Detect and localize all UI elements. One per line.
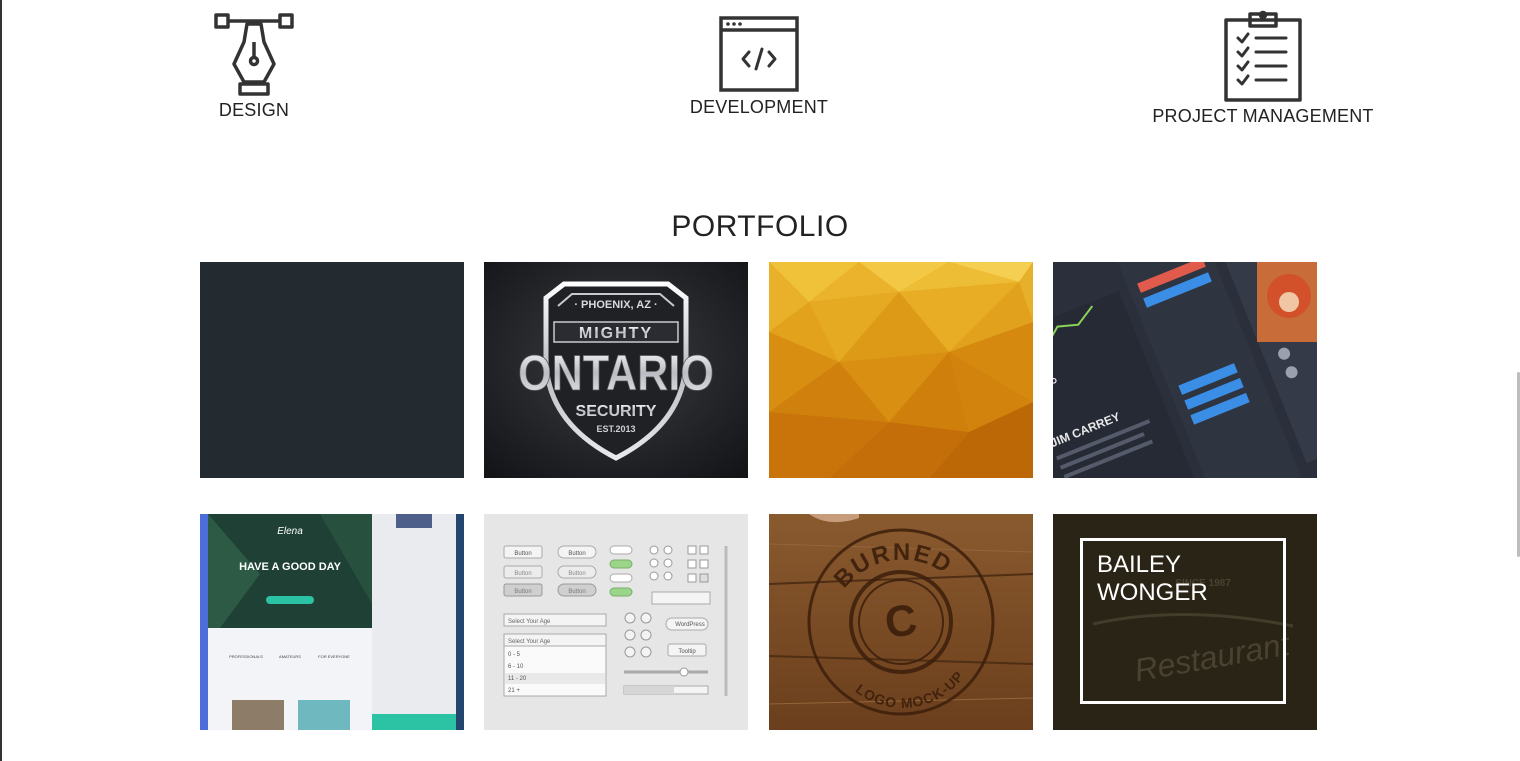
uikit-button-5: Button (514, 589, 531, 595)
mockup-brand: Elena (277, 526, 303, 537)
service-label-development: DEVELOPMENT (689, 97, 829, 117)
uikit-select-2: Select Your Age (508, 639, 551, 645)
service-label-project-management: PROJECT MANAGEMENT (1152, 106, 1374, 126)
portfolio-item-polygon-gold[interactable] (769, 262, 1033, 478)
mockup-col2: AMATEURS (279, 654, 301, 659)
portfolio-item-burned-logo[interactable]: BURNED LOGO MOCK-UP C (769, 514, 1033, 730)
overlay-frame: BAILEY WONGER (1080, 538, 1286, 704)
service-label-design: DESIGN (218, 100, 290, 120)
uikit-option-2: 6 - 10 (508, 664, 524, 670)
code-window-icon (719, 16, 799, 92)
uikit-button-6: Button (568, 589, 585, 595)
uikit-option-1: 0 - 5 (508, 652, 521, 658)
pen-tool-icon (214, 13, 294, 96)
uikit-tooltip: Tooltip (678, 649, 696, 655)
page-left-border (0, 0, 2, 761)
mockup-col3: FOR EVERYONE (318, 654, 350, 659)
service-design: DESIGN (214, 12, 294, 120)
badge-main-text: ONTARIO (518, 345, 714, 401)
burned-center-letter: C (882, 595, 920, 648)
mockup-headline: HAVE A GOOD DAY (239, 561, 342, 573)
portfolio-item-dark-slate[interactable] (200, 262, 464, 478)
uikit-button-1: Button (514, 551, 531, 557)
badge-security-text: SECURITY (576, 403, 657, 420)
badge-est-text: EST.2013 (596, 424, 635, 434)
uikit-button-2: Button (568, 551, 585, 557)
mockup-col1: PROFESSIONALS (229, 654, 263, 659)
uikit-option-3: 11 - 20 (508, 676, 527, 682)
badge-top-text: · PHOENIX, AZ · (574, 299, 657, 311)
portfolio-title: PORTFOLIO (671, 210, 849, 243)
portfolio-item-ontario-security[interactable]: · PHOENIX, AZ · MIGHTY ONTARIO SECURITY … (484, 262, 748, 478)
portfolio-item-dashboard-ui[interactable]: 85° JIM CARREY (1053, 262, 1317, 478)
polygon-pattern (769, 262, 1033, 478)
uikit-button-3: Button (514, 571, 531, 577)
overlay-title: BAILEY WONGER (1097, 551, 1208, 606)
portfolio-item-ui-kit[interactable]: Button Button Button Button Button Butto… (484, 514, 748, 730)
uikit-button-4: Button (568, 571, 585, 577)
portfolio-item-bailey-wonger[interactable]: SINCE 1987 Restaurant BAILEY WONGER (1053, 514, 1317, 730)
service-project-management: PROJECT MANAGEMENT (1150, 10, 1376, 127)
uikit-option-4: 21 + (508, 688, 520, 694)
clipboard-checklist-icon (1224, 10, 1302, 102)
uikit-tag: WordPress (675, 622, 705, 628)
uikit-select-1: Select Your Age (508, 619, 551, 625)
badge-mighty-text: MIGHTY (579, 325, 653, 342)
portfolio-item-have-a-good-day[interactable]: Elena HAVE A GOOD DAY PROFESSIONALS AMAT… (200, 514, 464, 730)
service-development: DEVELOPMENT (680, 16, 838, 118)
